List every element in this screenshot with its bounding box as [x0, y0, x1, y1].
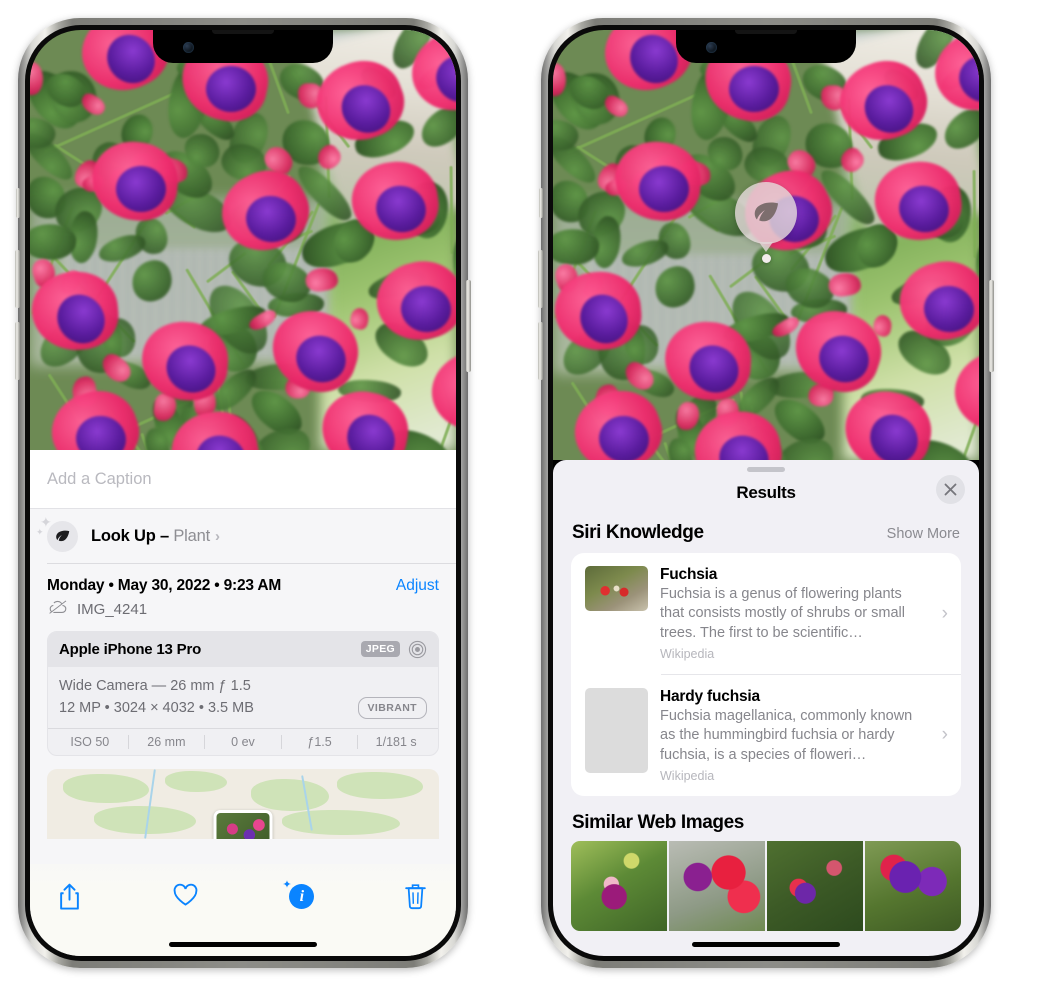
result-source: Wikipedia	[660, 769, 715, 784]
lens-line: Wide Camera — 26 mm ƒ 1.5	[59, 677, 251, 694]
home-indicator-right	[692, 942, 840, 947]
result-description: Fuchsia is a genus of flowering plants t…	[660, 586, 905, 641]
visual-lookup-pin[interactable]	[735, 182, 797, 263]
list-item[interactable]: Fuchsia Fuchsia is a genus of flowering …	[571, 553, 961, 674]
chevron-right-icon: ›	[941, 602, 948, 624]
chevron-right-icon: ›	[941, 724, 948, 746]
volume-up-button[interactable]	[15, 250, 20, 308]
result-description: Fuchsia magellanica, commonly known as t…	[660, 707, 913, 763]
show-more-button[interactable]: Show More	[887, 526, 960, 542]
share-icon[interactable]	[56, 882, 83, 912]
size-line-row: 12 MP • 3024 × 4032 • 3.5 MB VIBRANT	[59, 697, 427, 720]
photo-foliage	[115, 165, 167, 213]
pin-dot	[761, 254, 771, 263]
capture-date: Monday • May 30, 2022 • 9:23 AM	[47, 576, 282, 594]
close-icon[interactable]	[936, 475, 965, 504]
page-title: Results	[736, 483, 796, 502]
earpiece-speaker-right	[735, 30, 797, 34]
results-sheet: Results Siri Knowledge Show More Fuchsia…	[553, 460, 979, 956]
caption-field-row[interactable]: Add a Caption	[30, 450, 456, 509]
result-title: Hardy fuchsia	[660, 687, 760, 705]
photo-viewer-right[interactable]	[553, 30, 979, 460]
notch-left	[153, 30, 333, 63]
exif-value: ƒ1.5	[282, 735, 359, 750]
section-title: Similar Web Images	[572, 812, 744, 834]
section-title: Siri Knowledge	[572, 522, 704, 543]
device-name: Apple iPhone 13 Pro	[59, 640, 202, 658]
result-source: Wikipedia	[660, 647, 715, 662]
result-text: Hardy fuchsia Fuchsia magellanica, commo…	[660, 688, 930, 783]
camera-metadata-card: Apple iPhone 13 Pro JPEG Wide Camera — 2…	[47, 630, 439, 757]
look-up-prefix: Look Up –	[91, 527, 174, 545]
volume-down-button[interactable]	[15, 322, 20, 380]
file-name-row: IMG_4241	[30, 595, 456, 631]
screen-left: Add a Caption ✦ ✦ Look Up – Plant › Mond…	[30, 30, 456, 956]
style-badge: VIBRANT	[357, 697, 427, 720]
look-up-row[interactable]: ✦ ✦ Look Up – Plant ›	[30, 509, 456, 563]
heart-icon[interactable]	[172, 882, 199, 912]
metadata-header: Apple iPhone 13 Pro JPEG	[48, 631, 438, 667]
leaf-icon: ✦ ✦	[36, 515, 78, 552]
exif-value: 1/181 s	[375, 735, 417, 750]
phone-left: Add a Caption ✦ ✦ Look Up – Plant › Mond…	[15, 18, 471, 968]
sparkle-small-icon: ✦	[36, 527, 44, 537]
silent-switch-right[interactable]	[539, 188, 543, 218]
size-line: 12 MP • 3024 × 4032 • 3.5 MB	[59, 699, 254, 716]
front-camera-icon-right	[706, 42, 717, 53]
info-sparkle-icon[interactable]: ✦ i	[282, 879, 315, 909]
photo-foliage	[638, 165, 690, 213]
info-badge: i	[289, 884, 315, 909]
siri-knowledge-header: Siri Knowledge Show More	[553, 514, 979, 553]
web-image-thumbnail[interactable]	[571, 841, 667, 932]
volume-up-button-right[interactable]	[538, 250, 543, 308]
power-button[interactable]	[466, 280, 471, 372]
phone-right: Results Siri Knowledge Show More Fuchsia…	[538, 18, 994, 968]
caption-placeholder: Add a Caption	[47, 469, 152, 488]
photo-foliage	[728, 65, 780, 113]
look-up-subject: Plant	[173, 527, 210, 545]
format-badge: JPEG	[360, 641, 400, 657]
result-text: Fuchsia Fuchsia is a genus of flowering …	[660, 566, 930, 661]
notch-right	[676, 30, 856, 63]
volume-down-button-right[interactable]	[538, 322, 543, 380]
result-title: Fuchsia	[660, 566, 718, 583]
exif-value: ISO 50	[52, 735, 129, 750]
icloud-slash-icon	[47, 599, 69, 620]
siri-knowledge-card: Fuchsia Fuchsia is a genus of flowering …	[571, 553, 961, 797]
photo-foliage	[205, 65, 257, 113]
phone-bezel-right: Results Siri Knowledge Show More Fuchsia…	[548, 25, 984, 961]
result-thumbnail	[585, 687, 648, 773]
silent-switch[interactable]	[16, 188, 20, 218]
exif-value: 0 ev	[205, 735, 282, 750]
web-image-thumbnail[interactable]	[669, 841, 765, 932]
map-photo-pin	[213, 810, 273, 840]
capture-date-row: Monday • May 30, 2022 • 9:23 AM Adjust	[30, 564, 456, 595]
chevron-right-icon: ›	[214, 528, 220, 545]
similar-web-images-strip	[571, 841, 961, 932]
exif-row: ISO 50 26 mm 0 ev ƒ1.5 1/181 s	[48, 728, 438, 755]
earpiece-speaker	[212, 30, 274, 34]
phone-bezel-left: Add a Caption ✦ ✦ Look Up – Plant › Mond…	[25, 25, 461, 961]
similar-web-images-header: Similar Web Images	[553, 796, 979, 841]
pin-tail	[759, 242, 773, 252]
location-map[interactable]	[47, 769, 439, 840]
web-image-thumbnail[interactable]	[767, 841, 863, 932]
photo-viewer[interactable]	[30, 30, 456, 450]
screen-right: Results Siri Knowledge Show More Fuchsia…	[553, 30, 979, 956]
trash-icon[interactable]	[403, 882, 430, 912]
exif-value: 26 mm	[129, 735, 206, 750]
home-indicator	[169, 942, 317, 947]
leaf-icon	[735, 182, 797, 244]
list-item[interactable]: Hardy fuchsia Fuchsia magellanica, commo…	[571, 675, 961, 796]
front-camera-icon	[183, 42, 194, 53]
results-header: Results	[553, 472, 979, 514]
look-up-label: Look Up – Plant	[91, 527, 210, 546]
metadata-body: Wide Camera — 26 mm ƒ 1.5 12 MP • 3024 ×…	[48, 667, 438, 729]
adjust-button[interactable]: Adjust	[396, 577, 439, 595]
aperture-icon	[408, 640, 427, 659]
result-thumbnail	[585, 566, 648, 611]
web-image-thumbnail[interactable]	[865, 841, 961, 932]
file-name: IMG_4241	[77, 600, 148, 618]
power-button-right[interactable]	[989, 280, 994, 372]
